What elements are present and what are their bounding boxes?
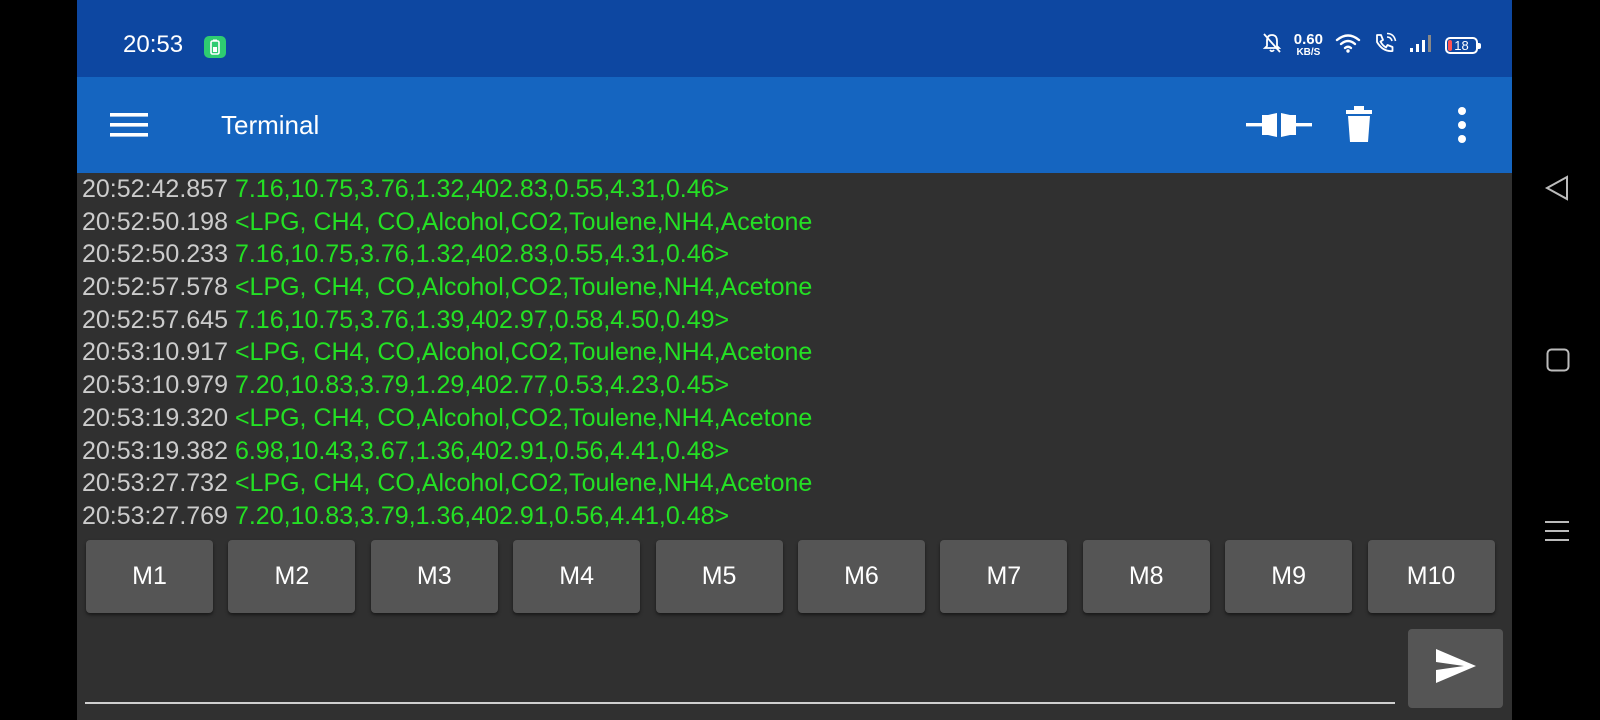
log-timestamp: 20:53:10.979 bbox=[82, 371, 228, 400]
log-message: <LPG, CH4, CO,Alcohol,CO2,Toulene,NH4,Ac… bbox=[234, 469, 813, 498]
more-button[interactable] bbox=[1447, 101, 1477, 149]
log-line: 20:53:19.320 <LPG, CH4, CO,Alcohol,CO2,T… bbox=[77, 402, 1512, 435]
macro-button-row: M1 M2 M3 M4 M5 M6 M7 M8 M9 M10 bbox=[86, 540, 1506, 613]
macro-button-m8[interactable]: M8 bbox=[1082, 540, 1210, 613]
log-line: 20:53:27.769 7.20,10.83,3.79,1.36,402.91… bbox=[77, 500, 1512, 533]
log-line: 20:53:27.732 <LPG, CH4, CO,Alcohol,CO2,T… bbox=[77, 467, 1512, 500]
more-vert-icon bbox=[1447, 107, 1477, 153]
log-timestamp: 20:52:50.198 bbox=[82, 207, 228, 236]
trash-icon bbox=[1339, 106, 1379, 153]
log-timestamp: 20:53:27.769 bbox=[82, 501, 228, 530]
send-text-input[interactable] bbox=[85, 628, 1395, 704]
back-icon[interactable] bbox=[1544, 174, 1570, 207]
macro-button-m7[interactable]: M7 bbox=[940, 540, 1068, 613]
battery-level: 18 bbox=[1454, 37, 1469, 53]
macro-button-m9[interactable]: M9 bbox=[1225, 540, 1353, 613]
menu-button[interactable] bbox=[107, 107, 151, 143]
log-message: 7.20,10.83,3.79,1.29,402.77,0.53,4.23,0.… bbox=[234, 371, 730, 400]
macro-button-m3[interactable]: M3 bbox=[370, 540, 498, 613]
log-timestamp: 20:53:27.732 bbox=[82, 469, 228, 498]
connect-plug-icon bbox=[1244, 113, 1314, 153]
log-message: <LPG, CH4, CO,Alcohol,CO2,Toulene,NH4,Ac… bbox=[234, 207, 813, 236]
status-time: 20:53 bbox=[123, 31, 184, 58]
macro-button-m1[interactable]: M1 bbox=[86, 540, 213, 613]
battery-saver-icon bbox=[204, 36, 226, 58]
wifi-icon bbox=[1335, 33, 1361, 58]
page-title: Terminal bbox=[221, 110, 320, 140]
log-line: 20:53:10.917 <LPG, CH4, CO,Alcohol,CO2,T… bbox=[77, 336, 1512, 369]
home-icon[interactable] bbox=[1546, 348, 1570, 377]
log-line: 20:52:57.578 <LPG, CH4, CO,Alcohol,CO2,T… bbox=[77, 271, 1512, 304]
wifi-call-icon bbox=[1373, 32, 1397, 59]
terminal-log[interactable]: 20:52:42.857 7.16,10.75,3.76,1.32,402.83… bbox=[77, 173, 1512, 533]
log-message: 7.16,10.75,3.76,1.32,402.83,0.55,4.31,0.… bbox=[234, 175, 730, 203]
macro-button-m6[interactable]: M6 bbox=[797, 540, 925, 613]
log-line: 20:53:10.979 7.20,10.83,3.79,1.29,402.77… bbox=[77, 369, 1512, 402]
log-message: <LPG, CH4, CO,Alcohol,CO2,Toulene,NH4,Ac… bbox=[234, 403, 813, 432]
log-timestamp: 20:53:19.320 bbox=[82, 403, 228, 432]
macro-button-m4[interactable]: M4 bbox=[513, 540, 641, 613]
log-line: 20:52:50.233 7.16,10.75,3.76,1.32,402.83… bbox=[77, 238, 1512, 271]
log-timestamp: 20:53:10.917 bbox=[82, 338, 228, 367]
log-line: 20:52:50.198 <LPG, CH4, CO,Alcohol,CO2,T… bbox=[77, 206, 1512, 239]
net-speed-value: 0.60 bbox=[1293, 31, 1323, 48]
log-line: 20:52:57.645 7.16,10.75,3.76,1.39,402.97… bbox=[77, 304, 1512, 337]
log-timestamp: 20:53:19.382 bbox=[82, 436, 228, 465]
macro-button-m2[interactable]: M2 bbox=[228, 540, 356, 613]
macro-button-m10[interactable]: M10 bbox=[1367, 540, 1495, 613]
signal-icon bbox=[1409, 33, 1433, 58]
menu-icon bbox=[107, 113, 151, 147]
log-message: 7.16,10.75,3.76,1.39,402.97,0.58,4.50,0.… bbox=[234, 305, 730, 334]
send-button[interactable] bbox=[1408, 629, 1503, 708]
log-message: 7.20,10.83,3.79,1.36,402.91,0.56,4.41,0.… bbox=[234, 501, 730, 530]
net-speed: 0.60 KB/S bbox=[1294, 32, 1323, 58]
clear-button[interactable] bbox=[1339, 101, 1379, 149]
macro-button-m5[interactable]: M5 bbox=[655, 540, 783, 613]
app-screen: 20:53 0.60 KB/S 18 Terminal 20:52:42.857… bbox=[77, 0, 1512, 720]
log-message: 7.16,10.75,3.76,1.32,402.83,0.55,4.31,0.… bbox=[234, 240, 730, 269]
log-timestamp: 20:52:57.578 bbox=[82, 273, 228, 302]
app-bar: Terminal bbox=[77, 77, 1512, 173]
log-line: 20:52:42.857 7.16,10.75,3.76,1.32,402.83… bbox=[77, 173, 1512, 206]
log-timestamp: 20:52:57.645 bbox=[82, 305, 228, 334]
recents-icon[interactable] bbox=[1544, 518, 1570, 549]
net-speed-unit: KB/S bbox=[1296, 47, 1321, 58]
log-message: 6.98,10.43,3.67,1.36,402.91,0.56,4.41,0.… bbox=[234, 436, 730, 465]
mute-bell-icon bbox=[1262, 32, 1282, 59]
log-timestamp: 20:52:42.857 bbox=[82, 175, 228, 203]
system-nav-bar bbox=[1512, 0, 1600, 720]
status-bar: 20:53 0.60 KB/S 18 bbox=[77, 0, 1512, 77]
connect-button[interactable] bbox=[1244, 101, 1314, 149]
status-icons: 0.60 KB/S 18 bbox=[1262, 30, 1481, 60]
log-timestamp: 20:52:50.233 bbox=[82, 240, 228, 269]
log-message: <LPG, CH4, CO,Alcohol,CO2,Toulene,NH4,Ac… bbox=[234, 273, 813, 302]
log-message: <LPG, CH4, CO,Alcohol,CO2,Toulene,NH4,Ac… bbox=[234, 338, 813, 367]
log-line: 20:53:19.382 6.98,10.43,3.67,1.36,402.91… bbox=[77, 435, 1512, 468]
send-icon bbox=[1433, 646, 1479, 691]
battery-icon: 18 bbox=[1445, 36, 1481, 54]
